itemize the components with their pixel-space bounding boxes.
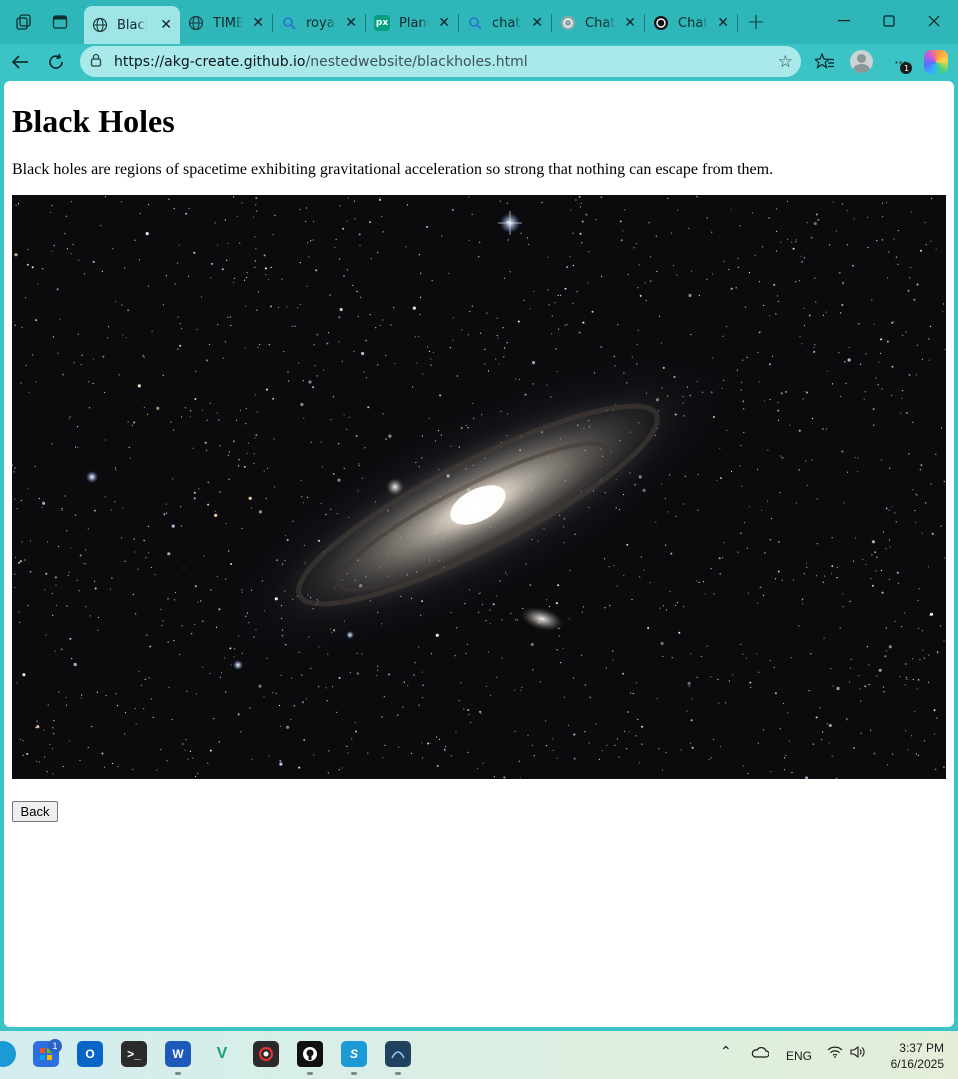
chevron-up-icon[interactable]: ⌃ [720, 1043, 732, 1060]
clock-date: 6/16/2025 [890, 1057, 944, 1071]
notification-badge: 1 [900, 62, 912, 74]
running-indicator [307, 1072, 313, 1075]
volume-icon[interactable] [850, 1045, 866, 1061]
onedrive-icon[interactable] [751, 1046, 770, 1061]
tab-bar: Black ✕ TIME F ✕ royalt ✕ px Planet ✕ ch… [0, 0, 958, 44]
tab-title: Black [117, 17, 147, 33]
openai-icon [653, 15, 669, 31]
tab-title: chatgp [492, 15, 522, 31]
edge-icon[interactable] [0, 1041, 16, 1067]
address-bar[interactable]: https://akg-create.github.io/nestedwebsi… [80, 46, 801, 77]
close-tab-icon[interactable]: ✕ [717, 15, 729, 31]
tab-chatgpt-search[interactable]: chatgp ✕ [459, 6, 551, 40]
profile-avatar[interactable] [850, 50, 873, 73]
github-icon[interactable] [297, 1041, 323, 1067]
navigation-bar: https://akg-create.github.io/nestedwebsi… [0, 44, 958, 80]
bright-star [346, 631, 354, 639]
maximize-icon[interactable] [869, 6, 909, 36]
close-window-icon[interactable] [914, 6, 954, 36]
new-tab-icon[interactable]: + [742, 8, 770, 36]
running-indicator [351, 1072, 357, 1075]
site-info-icon[interactable] [90, 53, 108, 70]
tab-actions-icon[interactable] [46, 8, 74, 36]
favorite-star-icon[interactable]: ☆ [778, 52, 793, 72]
outlook-icon[interactable]: O [77, 1041, 103, 1067]
tab-title: royalt [306, 15, 336, 31]
satellite-galaxy [386, 478, 404, 496]
back-arrow-icon[interactable] [6, 48, 34, 76]
close-tab-icon[interactable]: ✕ [531, 15, 543, 31]
back-button[interactable]: Back [12, 801, 58, 822]
tab-title: ChatG [678, 15, 708, 31]
pexels-icon: px [374, 15, 390, 31]
settings-more-icon[interactable]: ··· 1 [886, 48, 914, 76]
close-tab-icon[interactable]: ✕ [624, 15, 636, 31]
close-tab-icon[interactable]: ✕ [438, 15, 450, 31]
tab-chatgpt-1[interactable]: ChatG ✕ [552, 6, 644, 40]
openai-icon [560, 15, 576, 31]
favorites-icon[interactable] [811, 48, 839, 76]
close-tab-icon[interactable]: ✕ [252, 15, 264, 31]
system-clock[interactable]: 3:37 PM 6/16/2025 [876, 1040, 944, 1072]
page-viewport: Black Holes Black holes are regions of s… [4, 81, 954, 1027]
close-tab-icon[interactable]: ✕ [160, 17, 172, 33]
copilot-icon[interactable] [924, 50, 948, 74]
sharepoint-icon[interactable]: S [341, 1041, 367, 1067]
running-indicator [395, 1072, 401, 1075]
bright-star [233, 660, 243, 670]
tab-black-holes[interactable]: Black ✕ [84, 6, 180, 44]
tab-title: ChatG [585, 15, 615, 31]
globe-icon [188, 15, 204, 31]
workspaces-icon[interactable] [10, 8, 38, 36]
url-path: /nestedwebsite/blackholes.html [305, 53, 528, 70]
search-icon [467, 15, 483, 31]
galaxy-image [12, 195, 946, 779]
globe-icon [92, 17, 108, 33]
minimize-icon[interactable] [824, 6, 864, 36]
refresh-icon[interactable] [42, 48, 70, 76]
mysql-workbench-icon[interactable] [385, 1041, 411, 1067]
page-description: Black holes are regions of spacetime exh… [12, 161, 774, 178]
word-icon[interactable]: W [165, 1041, 191, 1067]
tab-royalty[interactable]: royalt ✕ [273, 6, 365, 40]
running-indicator [175, 1072, 181, 1075]
search-icon [281, 15, 297, 31]
close-tab-icon[interactable]: ✕ [345, 15, 357, 31]
store-badge: 1 [48, 1039, 62, 1053]
taskbar: 1 O >_ W V S ⌃ ENG 3:37 PM 6/16/2025 [0, 1031, 958, 1079]
tab-title: TIME F [213, 15, 243, 31]
bright-star [86, 471, 98, 483]
wifi-icon[interactable] [827, 1046, 843, 1061]
tab-chatgpt-2[interactable]: ChatG ✕ [645, 6, 737, 40]
tab-time[interactable]: TIME F ✕ [180, 6, 272, 40]
tab-title: Planet [399, 15, 429, 31]
screen-recorder-icon[interactable] [253, 1041, 279, 1067]
url-text: https://akg-create.github.io/nestedwebsi… [114, 54, 528, 70]
clock-time: 3:37 PM [899, 1041, 944, 1055]
page-title: Black Holes [12, 103, 175, 139]
tab-separator [737, 14, 738, 32]
tab-planet[interactable]: px Planet ✕ [366, 6, 458, 40]
terminal-icon[interactable]: >_ [121, 1041, 147, 1067]
vs-icon[interactable]: V [209, 1041, 235, 1067]
url-host: https://akg-create.github.io [114, 53, 306, 70]
language-indicator[interactable]: ENG [786, 1049, 812, 1063]
